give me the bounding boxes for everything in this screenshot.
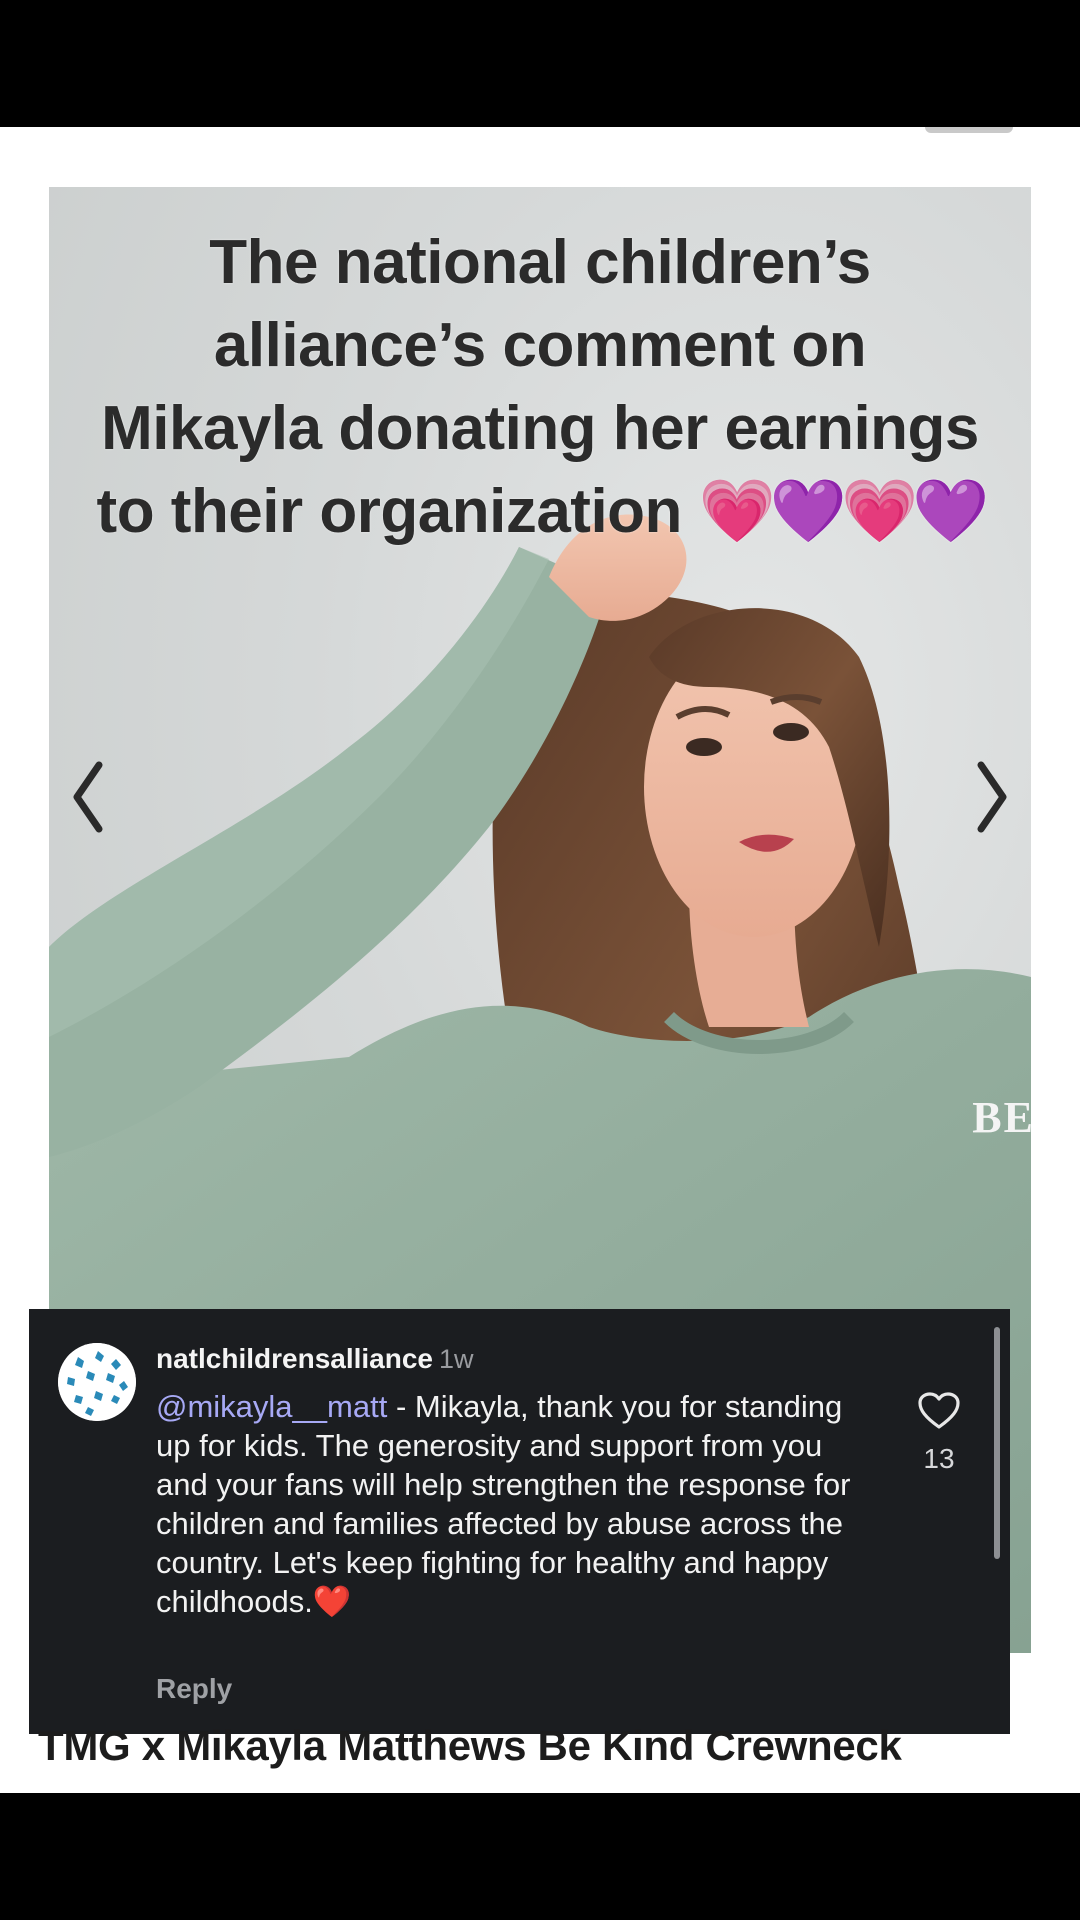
title-line: The national children’s bbox=[209, 228, 871, 297]
product-page: The national children’s alliance’s comme… bbox=[0, 127, 1080, 1793]
heart-emoji: ❤️ bbox=[312, 1584, 352, 1619]
carousel-prev-button[interactable] bbox=[59, 747, 119, 847]
hearts-emoji: 💗💜💗💜 bbox=[698, 477, 990, 546]
comment-body: @mikayla__matt - Mikayla, thank you for … bbox=[156, 1387, 856, 1621]
post-overlay-title: The national children’s alliance’s comme… bbox=[49, 221, 1031, 553]
hands-logo-icon bbox=[58, 1343, 136, 1421]
drag-handle[interactable] bbox=[925, 127, 1013, 133]
avatar[interactable] bbox=[58, 1343, 136, 1421]
bottom-black-bar bbox=[0, 1793, 1080, 1920]
comment-card: natlchildrensalliance 1w @mikayla__matt -… bbox=[29, 1309, 1010, 1734]
title-line: to their organization bbox=[96, 477, 683, 546]
mention-link[interactable]: @mikayla__matt bbox=[156, 1389, 387, 1424]
carousel-next-button[interactable] bbox=[961, 747, 1021, 847]
title-line: Mikayla donating her earnings bbox=[101, 394, 979, 463]
like-button[interactable] bbox=[917, 1391, 961, 1431]
product-title: TMG x Mikayla Matthews Be Kind Crewneck bbox=[38, 1722, 902, 1769]
chevron-left-icon bbox=[73, 761, 103, 833]
like-count: 13 bbox=[923, 1443, 955, 1474]
sweater-print-text: BE bbox=[972, 1093, 1031, 1142]
heart-outline-icon bbox=[918, 1392, 960, 1429]
comment-username[interactable]: natlchildrensalliance 1w bbox=[156, 1343, 474, 1375]
top-black-bar bbox=[0, 0, 1080, 127]
reply-button[interactable]: Reply bbox=[156, 1673, 232, 1705]
title-line: alliance’s comment on bbox=[213, 311, 867, 380]
chevron-right-icon bbox=[977, 761, 1007, 833]
username-text[interactable]: natlchildrensalliance bbox=[156, 1343, 433, 1374]
scrollbar[interactable] bbox=[994, 1327, 1000, 1559]
comment-timestamp: 1w bbox=[439, 1344, 474, 1374]
